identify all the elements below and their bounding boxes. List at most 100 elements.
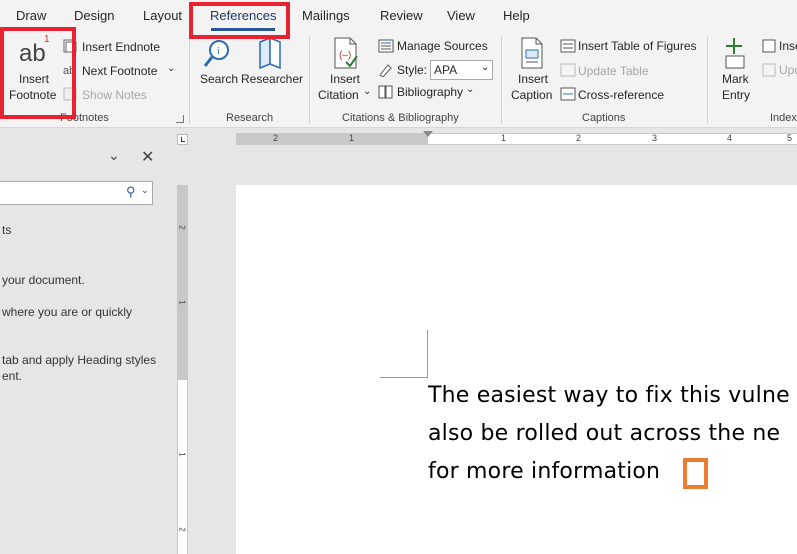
insert-citation-label-1: Insert bbox=[330, 72, 361, 86]
cross-reference-button[interactable]: Cross-reference bbox=[560, 86, 700, 104]
insert-footnote-highlight bbox=[0, 27, 76, 119]
search-button[interactable]: i Search bbox=[195, 32, 239, 110]
show-notes-label: Show Notes bbox=[82, 88, 147, 102]
chevron-down-icon[interactable]: ⌄ bbox=[141, 185, 149, 196]
insert-caption-icon bbox=[521, 37, 543, 69]
references-tab-highlight bbox=[189, 2, 290, 39]
manage-sources-button[interactable]: Manage Sources bbox=[378, 38, 496, 56]
cross-reference-icon bbox=[560, 87, 576, 101]
search-icon: i bbox=[203, 40, 229, 67]
margin-crop-mark bbox=[380, 330, 428, 378]
chevron-down-icon[interactable]: ⌄ bbox=[108, 147, 120, 164]
group-separator bbox=[189, 36, 190, 124]
ruler-number: 1 bbox=[177, 300, 187, 305]
research-group-label: Research bbox=[226, 112, 274, 124]
ruler-number: 1 bbox=[501, 133, 507, 143]
insert-index-label: Inse bbox=[779, 39, 797, 53]
footnotes-dialog-launcher[interactable] bbox=[176, 115, 184, 123]
ribbon-tab-bar: Draw Design Layout References Mailings R… bbox=[0, 0, 797, 32]
ruler-number: 2 bbox=[177, 527, 187, 532]
close-icon[interactable]: ✕ bbox=[141, 147, 154, 167]
tab-selector[interactable] bbox=[177, 134, 188, 145]
ruler-margin bbox=[236, 134, 428, 144]
insert-caption-label-1: Insert bbox=[518, 72, 549, 86]
tab-layout[interactable]: Layout bbox=[143, 8, 182, 23]
nav-help-text: tab and apply Heading styles bbox=[2, 353, 157, 367]
chevron-down-icon: ⌄ bbox=[363, 86, 372, 97]
ruler-number: 1 bbox=[349, 133, 355, 143]
researcher-label: Researcher bbox=[241, 72, 304, 86]
navigation-pane: ⌄ ✕ ⚲ ⌄ ts your document. where you are … bbox=[0, 129, 172, 554]
insert-citation-icon: (–) bbox=[334, 37, 358, 69]
manage-sources-label: Manage Sources bbox=[397, 39, 488, 53]
update-table-button[interactable]: Update Table bbox=[560, 62, 700, 80]
insertion-point-highlight bbox=[683, 458, 708, 489]
ruler-number: 1 bbox=[177, 452, 187, 457]
citations-group-label: Citations & Bibliography bbox=[342, 112, 459, 124]
document-page[interactable] bbox=[236, 185, 797, 554]
svg-text:(–): (–) bbox=[339, 50, 351, 61]
next-footnote-label: Next Footnote bbox=[82, 64, 158, 78]
update-index-button[interactable]: Upd bbox=[762, 62, 797, 80]
insert-table-of-figures-button[interactable]: Insert Table of Figures bbox=[560, 38, 700, 56]
show-notes-button[interactable]: Show Notes bbox=[63, 86, 173, 104]
ribbon-references: ab 1 Insert Footnote Insert Endnote ab N… bbox=[0, 32, 797, 128]
captions-group-label: Captions bbox=[582, 112, 626, 124]
mark-entry-icon bbox=[725, 38, 745, 69]
svg-text:i: i bbox=[217, 46, 220, 57]
document-text-line[interactable]: for more information bbox=[428, 459, 660, 484]
update-index-icon bbox=[762, 63, 776, 77]
tab-design[interactable]: Design bbox=[74, 8, 114, 23]
next-footnote-button[interactable]: ab Next Footnote ⌄ bbox=[63, 62, 183, 80]
mark-entry-label-1: Mark bbox=[722, 72, 749, 86]
ruler-margin bbox=[178, 185, 187, 380]
table-of-figures-icon bbox=[560, 39, 576, 53]
insert-index-icon bbox=[762, 39, 776, 53]
researcher-button[interactable]: Researcher bbox=[240, 32, 304, 110]
manage-sources-icon bbox=[378, 39, 394, 53]
style-label: Style: bbox=[397, 63, 428, 77]
style-selector: Style: APA ⌄ bbox=[378, 60, 496, 82]
style-icon bbox=[379, 64, 392, 77]
horizontal-ruler[interactable]: 2 1 1 2 3 4 5 bbox=[236, 131, 797, 145]
tab-help[interactable]: Help bbox=[503, 8, 530, 23]
chevron-down-icon: ⌄ bbox=[466, 84, 475, 95]
nav-help-text: ts bbox=[2, 223, 12, 237]
style-value: APA bbox=[434, 63, 458, 77]
ruler-number: 3 bbox=[652, 133, 658, 143]
insert-endnote-button[interactable]: Insert Endnote bbox=[63, 38, 183, 56]
bibliography-button[interactable]: Bibliography ⌄ bbox=[378, 84, 496, 102]
nav-help-text: your document. bbox=[2, 273, 85, 287]
tab-review[interactable]: Review bbox=[380, 8, 423, 23]
navigation-search-input[interactable]: ⚲ ⌄ bbox=[0, 181, 153, 205]
nav-help-text: ent. bbox=[2, 369, 23, 383]
tab-mailings[interactable]: Mailings bbox=[302, 8, 350, 23]
insert-caption-label-2: Caption bbox=[511, 88, 553, 102]
update-index-label: Upd bbox=[779, 63, 797, 77]
index-group-label: Index bbox=[770, 112, 797, 124]
cross-reference-label: Cross-reference bbox=[578, 88, 665, 102]
nav-help-text: where you are or quickly bbox=[2, 305, 133, 319]
mark-entry-button[interactable]: Mark Entry bbox=[714, 32, 758, 110]
search-label: Search bbox=[200, 72, 239, 86]
ruler-number: 2 bbox=[576, 133, 582, 143]
style-dropdown[interactable]: APA ⌄ bbox=[430, 60, 493, 80]
document-text-line[interactable]: also be rolled out across the ne bbox=[428, 421, 780, 446]
indent-marker[interactable] bbox=[423, 131, 433, 137]
ruler-number: 2 bbox=[273, 133, 279, 143]
bibliography-label: Bibliography bbox=[397, 85, 464, 99]
vertical-ruler[interactable]: 2 1 1 2 bbox=[177, 185, 188, 554]
insert-citation-button[interactable]: (–) Insert Citation ⌄ bbox=[316, 32, 374, 110]
ruler-number: 2 bbox=[177, 225, 187, 230]
researcher-icon bbox=[259, 36, 281, 70]
insert-index-button[interactable]: Inse bbox=[762, 38, 797, 56]
tab-view[interactable]: View bbox=[447, 8, 475, 23]
document-text-line[interactable]: The easiest way to fix this vulne bbox=[428, 383, 790, 408]
search-icon[interactable]: ⚲ bbox=[126, 184, 136, 200]
mark-entry-label-2: Entry bbox=[722, 88, 751, 102]
insert-caption-button[interactable]: Insert Caption bbox=[507, 32, 559, 110]
chevron-down-icon: ⌄ bbox=[481, 62, 490, 73]
tab-draw[interactable]: Draw bbox=[16, 8, 46, 23]
insert-citation-label-2: Citation bbox=[318, 88, 359, 102]
group-separator bbox=[309, 36, 310, 124]
